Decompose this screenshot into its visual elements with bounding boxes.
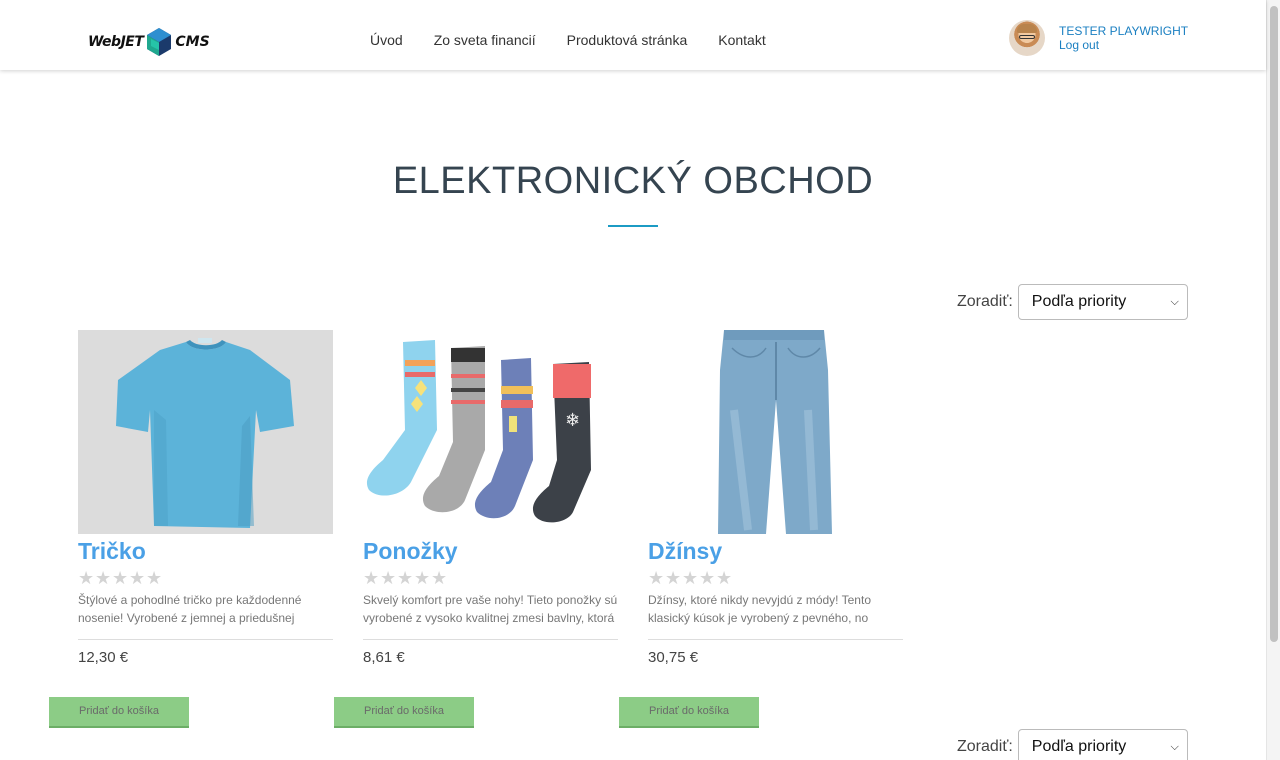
chevron-down-icon: ⌵ <box>1170 740 1179 753</box>
star-icon[interactable]: ★ <box>431 569 448 587</box>
title-underline <box>608 225 658 227</box>
sort-control-bottom: Zoradiť: Podľa priority ⌵ <box>957 729 1188 760</box>
product-price: 8,61 € <box>363 649 405 666</box>
product-description: Štýlové a pohodlné tričko pre každodenné… <box>78 593 302 625</box>
avatar[interactable] <box>1009 20 1045 56</box>
user-info: TESTER PLAYWRIGHT Log out <box>1059 24 1188 52</box>
svg-text:❄: ❄ <box>565 410 580 431</box>
chevron-down-icon: ⌵ <box>1170 295 1179 308</box>
product-name[interactable]: Džínsy <box>648 537 903 565</box>
user-name[interactable]: TESTER PLAYWRIGHT <box>1059 24 1188 38</box>
star-icon[interactable]: ★ <box>380 569 397 587</box>
star-icon[interactable]: ★ <box>95 569 112 587</box>
avatar-glasses <box>1019 35 1035 39</box>
product-rating[interactable]: ★ ★ ★ ★ ★ <box>648 569 903 587</box>
nav-item-uvod[interactable]: Úvod <box>370 32 403 48</box>
star-icon[interactable]: ★ <box>129 569 146 587</box>
star-icon[interactable]: ★ <box>665 569 682 587</box>
product-price: 30,75 € <box>648 649 699 666</box>
sort-label: Zoradiť: <box>957 293 1013 310</box>
divider <box>363 639 618 640</box>
nav-item-kontakt[interactable]: Kontakt <box>718 32 765 48</box>
divider <box>78 639 333 640</box>
star-icon[interactable]: ★ <box>716 569 733 587</box>
user-menu: TESTER PLAYWRIGHT Log out <box>1009 20 1188 56</box>
logo-mark-icon <box>147 28 172 56</box>
tshirt-image <box>116 338 294 528</box>
socks-image: ❄ <box>366 340 591 523</box>
sort-select-value: Podľa priority <box>1031 738 1127 755</box>
product-card: Tričko ★ ★ ★ ★ ★ Štýlové a pohodlné trič… <box>78 330 333 666</box>
product-image-socks[interactable]: ❄ <box>363 330 618 534</box>
divider <box>648 639 903 640</box>
product-card: Džínsy ★ ★ ★ ★ ★ Džínsy, ktoré nikdy nev… <box>648 330 903 666</box>
add-to-cart-button[interactable]: Pridať do košíka <box>49 697 189 728</box>
product-description: Skvelý komfort pre vaše nohy! Tieto pono… <box>363 593 618 625</box>
product-image-jeans[interactable] <box>648 330 903 534</box>
sort-select[interactable]: Podľa priority ⌵ <box>1017 729 1188 760</box>
logo-text-cms: CMS <box>175 34 210 50</box>
star-icon[interactable]: ★ <box>78 569 95 587</box>
product-card: ❄ Ponožky ★ ★ ★ ★ ★ Skvelý komfort pre v… <box>363 330 618 666</box>
star-icon[interactable]: ★ <box>682 569 699 587</box>
product-rating[interactable]: ★ ★ ★ ★ ★ <box>363 569 618 587</box>
nav-item-zo-sveta-financii[interactable]: Zo sveta financií <box>434 32 536 48</box>
star-icon[interactable]: ★ <box>112 569 129 587</box>
product-image-tshirt[interactable] <box>78 330 333 534</box>
jeans-image <box>716 330 832 534</box>
sort-select[interactable]: Podľa priority ⌵ <box>1017 284 1188 320</box>
sort-select-value: Podľa priority <box>1031 293 1127 310</box>
page-title: ELEKTRONICKÝ OBCHOD <box>392 160 874 202</box>
star-icon[interactable]: ★ <box>363 569 380 587</box>
main-nav: Úvod Zo sveta financií Produktová stránk… <box>370 32 797 48</box>
star-icon[interactable]: ★ <box>146 569 163 587</box>
sort-label: Zoradiť: <box>957 738 1013 755</box>
site-header: WebJET CMS Úvod Zo sveta financií Produk… <box>0 0 1266 70</box>
avatar-hair <box>1017 24 1037 33</box>
site-logo[interactable]: WebJET CMS <box>88 27 210 57</box>
star-icon[interactable]: ★ <box>414 569 431 587</box>
scrollbar-thumb[interactable] <box>1270 6 1278 642</box>
star-icon[interactable]: ★ <box>397 569 414 587</box>
star-icon[interactable]: ★ <box>648 569 665 587</box>
product-name[interactable]: Ponožky <box>363 537 618 565</box>
page-scrollbar[interactable] <box>1266 0 1280 760</box>
add-to-cart-button[interactable]: Pridať do košíka <box>334 697 474 728</box>
logout-link[interactable]: Log out <box>1059 38 1188 52</box>
product-rating[interactable]: ★ ★ ★ ★ ★ <box>78 569 333 587</box>
add-to-cart-button[interactable]: Pridať do košíka <box>619 697 759 728</box>
product-name[interactable]: Tričko <box>78 537 333 565</box>
product-description: Džínsy, ktoré nikdy nevyjdú z módy! Tent… <box>648 593 871 625</box>
product-price: 12,30 € <box>78 649 129 666</box>
sort-control-top: Zoradiť: Podľa priority ⌵ <box>957 284 1188 320</box>
logo-text-webjet: WebJET <box>88 34 144 50</box>
nav-item-produktova-stranka[interactable]: Produktová stránka <box>567 32 688 48</box>
star-icon[interactable]: ★ <box>699 569 716 587</box>
